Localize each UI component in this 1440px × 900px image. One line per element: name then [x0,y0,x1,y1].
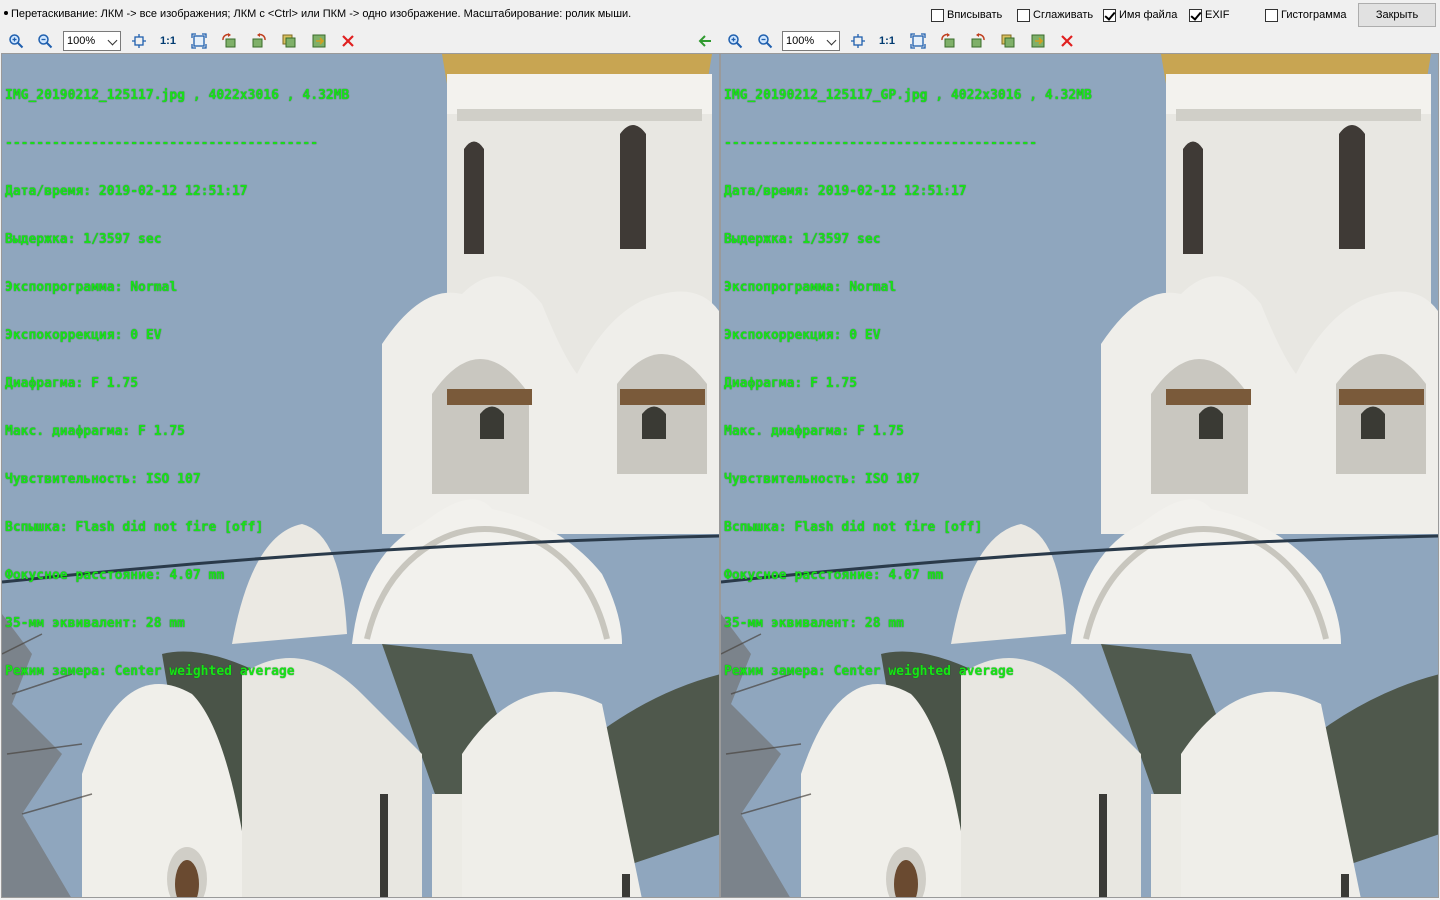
smooth-label: Сглаживать [1033,9,1094,21]
arrow-left-icon[interactable] [695,31,715,51]
separator-line: ---------------------------------------- [724,136,1038,151]
filename-label: Имя файла [1119,9,1178,21]
right-toolbar: 100% 1:1 [720,29,1440,53]
checkbox-box[interactable] [1265,8,1278,22]
zoom-in-icon[interactable] [725,31,745,51]
exif-line: Макс. диафрагма: F 1.75 [5,424,186,439]
zoom-value: 100% [67,35,96,47]
exif-checkbox[interactable]: EXIF [1189,8,1229,22]
exif-line: Выдержка: 1/3597 sec [5,232,162,247]
exif-label: EXIF [1205,9,1230,21]
zoom-value: 100% [786,35,815,47]
exif-line: Выдержка: 1/3597 sec [724,232,881,247]
exif-line: Макс. диафрагма: F 1.75 [724,424,905,439]
filename-line: IMG_20190212_125117.jpg , 4022x3016 , 4.… [5,88,350,103]
fullscreen-icon[interactable] [189,31,209,51]
close-icon[interactable] [338,31,358,51]
exif-line: 35-мм эквивалент: 28 mm [724,616,905,631]
zoom-select[interactable]: 100% [63,31,121,51]
fullscreen-icon[interactable] [908,31,928,51]
close-icon[interactable] [1057,31,1077,51]
hint-label: Перетаскивание: ЛКМ -> все изображения; … [11,8,632,20]
bullet-icon [4,11,8,16]
rotate-left-icon[interactable] [219,31,239,51]
image-pane-right[interactable]: IMG_20190212_125117_GP.jpg , 4022x3016 ,… [720,53,1439,898]
one-to-one-button[interactable]: 1:1 [877,31,897,51]
checkbox-box-checked[interactable] [1103,8,1116,22]
exif-line: Экспопрограмма: Normal [5,280,178,295]
save-icon[interactable] [1028,31,1048,51]
image-pane-left[interactable]: IMG_20190212_125117.jpg , 4022x3016 , 4.… [1,53,720,898]
zoom-out-icon[interactable] [755,31,775,51]
left-toolbar: 100% 1:1 [0,29,720,53]
filename-checkbox[interactable]: Имя файла [1103,8,1177,22]
one-to-one-label: 1:1 [879,35,895,47]
separator-line: ---------------------------------------- [5,136,319,151]
chevron-down-icon [826,35,837,46]
exif-line: Дата/время: 2019-02-12 12:51:17 [5,184,248,199]
fit-icon[interactable] [129,31,149,51]
exif-line: Вспышка: Flash did not fire [off] [724,520,983,535]
exif-line: Чувствительность: ISO 107 [724,472,920,487]
histogram-label: Гистограмма [1281,9,1347,21]
checkbox-box[interactable] [1017,8,1030,22]
rotate-left-icon[interactable] [938,31,958,51]
chevron-down-icon [107,35,118,46]
checkbox-box[interactable] [931,8,944,22]
one-to-one-button[interactable]: 1:1 [158,31,178,51]
exif-line: Дата/время: 2019-02-12 12:51:17 [724,184,967,199]
copy-icon[interactable] [279,31,299,51]
fit-icon[interactable] [848,31,868,51]
exif-line: 35-мм эквивалент: 28 mm [5,616,186,631]
exif-line: Экспокоррекция: 0 EV [5,328,162,343]
checkbox-box-checked[interactable] [1189,8,1202,22]
zoom-in-icon[interactable] [6,31,26,51]
one-to-one-label: 1:1 [160,35,176,47]
fit-checkbox[interactable]: Вписывать [931,8,1002,22]
exif-line: Чувствительность: ISO 107 [5,472,201,487]
filename-line: IMG_20190212_125117_GP.jpg , 4022x3016 ,… [724,88,1092,103]
exif-line: Экспопрограмма: Normal [724,280,897,295]
close-button[interactable]: Закрыть [1358,3,1436,27]
exif-line: Фокусное расстояние: 4.07 mm [5,568,225,583]
copy-icon[interactable] [998,31,1018,51]
zoom-out-icon[interactable] [35,31,55,51]
histogram-checkbox[interactable]: Гистограмма [1265,8,1347,22]
smooth-checkbox[interactable]: Сглаживать [1017,8,1093,22]
exif-line: Режим замера: Center weighted average [724,664,1014,679]
top-bar: Перетаскивание: ЛКМ -> все изображения; … [0,0,1440,29]
rotate-right-icon[interactable] [968,31,988,51]
hint-text: Перетаскивание: ЛКМ -> все изображения; … [4,8,631,20]
exif-overlay: IMG_20190212_125117_GP.jpg , 4022x3016 ,… [724,56,1092,712]
zoom-select[interactable]: 100% [782,31,840,51]
exif-overlay: IMG_20190212_125117.jpg , 4022x3016 , 4.… [5,56,349,712]
exif-line: Вспышка: Flash did not fire [off] [5,520,264,535]
fit-label: Вписывать [947,9,1003,21]
exif-line: Диафрагма: F 1.75 [724,376,858,391]
exif-line: Фокусное расстояние: 4.07 mm [724,568,944,583]
rotate-right-icon[interactable] [249,31,269,51]
save-icon[interactable] [309,31,329,51]
exif-line: Экспокоррекция: 0 EV [724,328,881,343]
exif-line: Режим замера: Center weighted average [5,664,295,679]
exif-line: Диафрагма: F 1.75 [5,376,139,391]
